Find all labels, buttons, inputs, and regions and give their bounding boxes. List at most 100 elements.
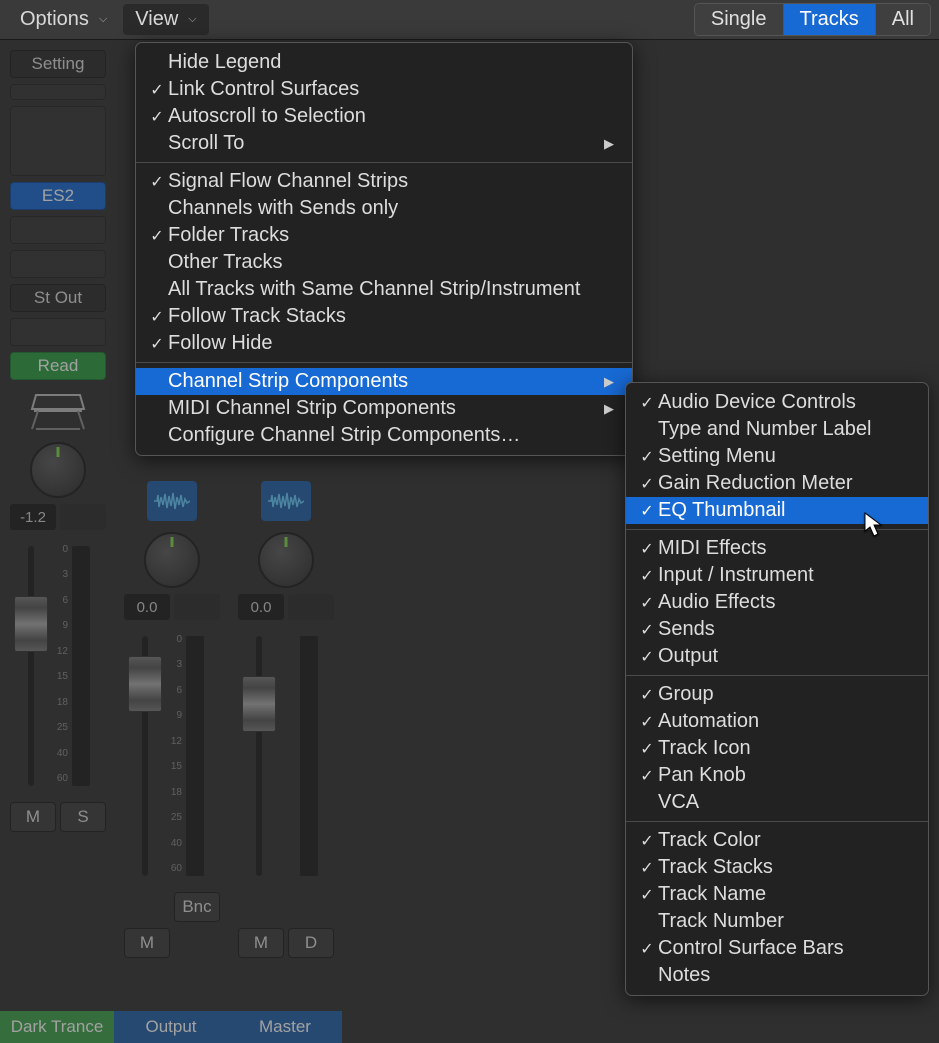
menu-item-label: Track Stacks <box>658 856 910 879</box>
options-menu-button[interactable]: Options ⌵ <box>8 4 119 35</box>
menu-item[interactable]: Channels with Sends only <box>136 195 632 222</box>
eq-thumbnail[interactable] <box>10 106 106 176</box>
track-name-output[interactable]: Output <box>114 1011 228 1043</box>
menu-item[interactable]: ✓Track Color <box>626 827 928 854</box>
menu-item[interactable]: ✓Signal Flow Channel Strips <box>136 168 632 195</box>
pan-knob[interactable] <box>144 532 200 588</box>
peak-value[interactable] <box>60 504 106 530</box>
group-slot[interactable] <box>10 318 106 346</box>
automation-mode[interactable]: Read <box>10 352 106 380</box>
menu-item[interactable]: ✓EQ Thumbnail <box>626 497 928 524</box>
menu-item-label: Pan Knob <box>658 764 910 787</box>
menu-item[interactable]: ✓Pan Knob <box>626 762 928 789</box>
sends-slot[interactable] <box>10 250 106 278</box>
check-icon: ✓ <box>636 501 658 521</box>
menu-item[interactable]: Type and Number Label <box>626 416 928 443</box>
menu-item[interactable]: Notes <box>626 962 928 989</box>
segment-tracks[interactable]: Tracks <box>784 4 876 35</box>
menu-item[interactable]: Channel Strip Components▶ <box>136 368 632 395</box>
mute-button[interactable]: M <box>10 802 56 832</box>
output-slot[interactable]: St Out <box>10 284 106 312</box>
menu-item[interactable]: ✓MIDI Effects <box>626 535 928 562</box>
menu-item[interactable]: ✓Automation <box>626 708 928 735</box>
pan-value[interactable]: 0.0 <box>124 594 170 620</box>
setting-slot[interactable]: Setting <box>10 50 106 78</box>
menu-item-label: Channel Strip Components <box>168 370 574 393</box>
fader-cap[interactable] <box>128 656 162 712</box>
menu-item[interactable]: ✓Output <box>626 643 928 670</box>
menu-item[interactable]: ✓Input / Instrument <box>626 562 928 589</box>
waveform-icon <box>261 481 311 521</box>
audio-fx-slot[interactable] <box>10 216 106 244</box>
segment-all[interactable]: All <box>876 4 930 35</box>
menu-item[interactable]: ✓Autoscroll to Selection <box>136 103 632 130</box>
instrument-slot[interactable]: ES2 <box>10 182 106 210</box>
view-menu-button[interactable]: View ⌵ <box>123 4 208 35</box>
menu-item-label: Scroll To <box>168 132 574 155</box>
menu-item-label: Automation <box>658 710 910 733</box>
menu-item[interactable]: ✓Track Icon <box>626 735 928 762</box>
menu-separator <box>136 162 632 163</box>
menu-separator <box>136 362 632 363</box>
check-icon: ✓ <box>146 226 168 246</box>
view-mode-segmented-control: Single Tracks All <box>694 3 931 36</box>
submenu-arrow-icon: ▶ <box>604 136 614 152</box>
menu-item[interactable]: Other Tracks <box>136 249 632 276</box>
menu-item[interactable]: ✓Link Control Surfaces <box>136 76 632 103</box>
check-icon: ✓ <box>636 539 658 559</box>
menu-item[interactable]: ✓Control Surface Bars <box>626 935 928 962</box>
menu-item[interactable]: ✓Group <box>626 681 928 708</box>
menu-item-label: Signal Flow Channel Strips <box>168 170 614 193</box>
menu-item[interactable]: Track Number <box>626 908 928 935</box>
fader-cap[interactable] <box>242 676 276 732</box>
menu-item[interactable]: ✓Sends <box>626 616 928 643</box>
check-icon: ✓ <box>636 685 658 705</box>
menu-item[interactable]: Configure Channel Strip Components… <box>136 422 632 449</box>
menu-item[interactable]: ✓Audio Device Controls <box>626 389 928 416</box>
menu-item[interactable]: All Tracks with Same Channel Strip/Instr… <box>136 276 632 303</box>
peak-value[interactable] <box>174 594 220 620</box>
pan-knob[interactable] <box>258 532 314 588</box>
menu-item-label: EQ Thumbnail <box>658 499 910 522</box>
menu-item-label: Setting Menu <box>658 445 910 468</box>
fader-cap[interactable] <box>14 596 48 652</box>
level-meter <box>186 636 204 876</box>
mute-button[interactable]: M <box>238 928 284 958</box>
pan-knob[interactable] <box>30 442 86 498</box>
track-name-dark-trance[interactable]: Dark Trance <box>0 1011 114 1043</box>
fader-track[interactable] <box>28 546 34 786</box>
pan-value[interactable]: 0.0 <box>238 594 284 620</box>
menu-item[interactable]: Scroll To ▶ <box>136 130 632 157</box>
check-icon: ✓ <box>636 593 658 613</box>
view-menu: Hide Legend✓Link Control Surfaces✓Autosc… <box>135 42 633 456</box>
segment-single[interactable]: Single <box>695 4 784 35</box>
fader-track[interactable] <box>256 636 262 876</box>
menu-item-label: Channels with Sends only <box>168 197 614 220</box>
menu-item[interactable]: MIDI Channel Strip Components▶ <box>136 395 632 422</box>
menu-item[interactable]: ✓Follow Track Stacks <box>136 303 632 330</box>
track-icon-waveform <box>251 476 321 526</box>
menu-item-label: Group <box>658 683 910 706</box>
menu-item[interactable]: ✓Track Stacks <box>626 854 928 881</box>
menu-item-label: Sends <box>658 618 910 641</box>
track-name-master[interactable]: Master <box>228 1011 342 1043</box>
menu-item[interactable]: ✓Gain Reduction Meter <box>626 470 928 497</box>
menu-item[interactable]: Hide Legend <box>136 49 632 76</box>
dim-button[interactable]: D <box>288 928 334 958</box>
menu-item[interactable]: ✓Setting Menu <box>626 443 928 470</box>
peak-value[interactable] <box>288 594 334 620</box>
mute-button[interactable]: M <box>124 928 170 958</box>
menu-item[interactable]: ✓Folder Tracks <box>136 222 632 249</box>
menu-item-label: Audio Device Controls <box>658 391 910 414</box>
menu-item[interactable]: VCA <box>626 789 928 816</box>
menu-item[interactable]: ✓Audio Effects <box>626 589 928 616</box>
channel-strip-dark-trance: Setting ES2 St Out Read -1.2 03691215182… <box>4 50 112 1033</box>
pan-value-row: -1.2 <box>10 504 106 530</box>
menu-item[interactable]: ✓Track Name <box>626 881 928 908</box>
pan-value[interactable]: -1.2 <box>10 504 56 530</box>
check-icon: ✓ <box>636 393 658 413</box>
menu-item-label: Link Control Surfaces <box>168 78 614 101</box>
menu-item[interactable]: ✓Follow Hide <box>136 330 632 357</box>
solo-button[interactable]: S <box>60 802 106 832</box>
bounce-button[interactable]: Bnc <box>174 892 220 922</box>
